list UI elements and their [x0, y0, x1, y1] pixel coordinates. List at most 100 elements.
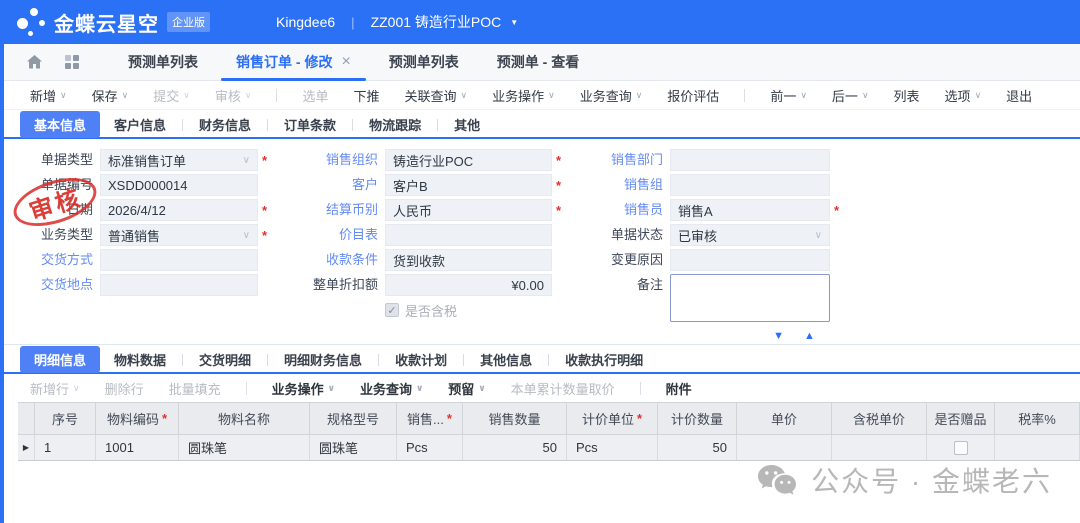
column-label: 计价单位	[582, 409, 634, 428]
next-button[interactable]: 后一∨	[832, 86, 869, 105]
batch-fill-button: 批量填充	[169, 379, 221, 398]
required-marker: *	[258, 203, 271, 218]
column-header-tax-rate[interactable]: 税率%	[995, 403, 1080, 434]
tab-other[interactable]: 其他	[440, 111, 494, 138]
column-header-pricing-qty[interactable]: 计价数量	[658, 403, 737, 434]
tab-sales-order-edit[interactable]: 销售订单 - 修改×	[217, 44, 370, 80]
cell-material-code[interactable]: 1001	[96, 435, 179, 460]
business-operation-button[interactable]: 业务操作∨	[272, 379, 335, 398]
field-remarks[interactable]	[670, 274, 830, 322]
cell-unit-price[interactable]	[737, 435, 832, 460]
column-header-seq[interactable]: 序号	[35, 403, 96, 434]
tab-order-terms[interactable]: 订单条款	[270, 111, 350, 138]
table-row[interactable]: ▶11001圆珠笔圆珠笔Pcs50Pcs50	[18, 435, 1080, 461]
field-sales-dept[interactable]	[670, 149, 830, 171]
tab-other-info[interactable]: 其他信息	[466, 346, 546, 373]
field-discount-amount[interactable]: ¥0.00	[385, 274, 552, 296]
org-selector[interactable]: ZZ001 铸造行业POC ▼	[371, 12, 519, 32]
cell-seq[interactable]: 1	[35, 435, 96, 460]
tab-separator	[352, 119, 353, 131]
tab-basic-info[interactable]: 基本信息	[20, 111, 100, 138]
business-query-button[interactable]: 业务查询∨	[580, 86, 643, 105]
field-delivery-method[interactable]	[100, 249, 258, 271]
tab-finance-info[interactable]: 财务信息	[185, 111, 265, 138]
tab-payment-plan[interactable]: 收款计划	[381, 346, 461, 373]
push-down-button[interactable]: 下推	[353, 86, 379, 105]
field-settlement-currency[interactable]: 人民币	[385, 199, 552, 221]
previous-button[interactable]: 前一∨	[770, 86, 807, 105]
home-icon[interactable]	[26, 54, 43, 70]
field-sales-org[interactable]: 铸造行业POC	[385, 149, 552, 171]
field-sales-group[interactable]	[670, 174, 830, 196]
save-button[interactable]: 保存∨	[92, 86, 129, 105]
button-label: 报价评估	[667, 86, 719, 105]
column-header-material-code[interactable]: 物料编码*	[96, 403, 179, 434]
column-header-pricing-unit[interactable]: 计价单位*	[567, 403, 658, 434]
column-header-is-gift[interactable]: 是否赠品	[927, 403, 995, 434]
field-bill-no[interactable]: XSDD000014	[100, 174, 258, 196]
row-indicator-cell[interactable]: ▶	[18, 435, 35, 460]
tab-forecast-view[interactable]: 预测单 - 查看	[478, 44, 598, 80]
exit-button[interactable]: 退出	[1006, 86, 1032, 105]
attachment-button[interactable]: 附件	[666, 379, 692, 398]
quote-evaluation-button[interactable]: 报价评估	[667, 86, 719, 105]
button-label: 业务操作	[492, 86, 544, 105]
cell-sales-qty[interactable]: 50	[463, 435, 567, 460]
apps-grid-icon[interactable]	[65, 55, 79, 69]
field-salesperson[interactable]: 销售A	[670, 199, 830, 221]
field-change-reason[interactable]	[670, 249, 830, 271]
reserve-button[interactable]: 预留∨	[448, 379, 485, 398]
collapse-up-icon[interactable]: ▲	[804, 331, 815, 342]
list-button[interactable]: 列表	[894, 86, 920, 105]
column-header-ind[interactable]	[18, 403, 35, 434]
column-header-spec-model[interactable]: 规格型号	[310, 403, 397, 434]
tab-payment-execution-detail[interactable]: 收款执行明细	[551, 346, 657, 373]
related-query-button[interactable]: 关联查询∨	[404, 86, 467, 105]
cell-material-name[interactable]: 圆珠笔	[179, 435, 310, 460]
cell-pricing-unit[interactable]: Pcs	[567, 435, 658, 460]
button-label: 删除行	[105, 379, 144, 398]
business-query-button[interactable]: 业务查询∨	[360, 379, 423, 398]
field-bill-type[interactable]: 标准销售订单∨	[100, 149, 258, 171]
field-delivery-location[interactable]	[100, 274, 258, 296]
field-customer[interactable]: 客户B	[385, 174, 552, 196]
required-marker: *	[162, 411, 167, 426]
cell-tax-rate[interactable]	[995, 435, 1080, 460]
field-date[interactable]: 2026/4/12	[100, 199, 258, 221]
column-header-unit-price[interactable]: 单价	[737, 403, 832, 434]
account-name[interactable]: Kingdee6	[276, 14, 335, 30]
field-document-status[interactable]: 已审核∨	[670, 224, 830, 246]
tab-forecast-list-1[interactable]: 预测单列表	[109, 44, 217, 80]
column-header-sales-qty[interactable]: 销售数量	[463, 403, 567, 434]
column-header-material-name[interactable]: 物料名称	[179, 403, 310, 434]
topbar-divider: |	[351, 15, 354, 30]
tab-delivery-detail[interactable]: 交货明细	[185, 346, 265, 373]
collapse-down-icon[interactable]: ▼	[773, 331, 784, 342]
checkbox-is-gift[interactable]	[954, 441, 968, 455]
business-operation-button[interactable]: 业务操作∨	[492, 86, 555, 105]
new-button[interactable]: 新增∨	[30, 86, 67, 105]
tab-close-icon[interactable]: ×	[341, 54, 350, 70]
options-button[interactable]: 选项∨	[945, 86, 982, 105]
cell-spec-model[interactable]: 圆珠笔	[310, 435, 397, 460]
field-price-list[interactable]	[385, 224, 552, 246]
button-label: 批量填充	[169, 379, 221, 398]
field-business-type[interactable]: 普通销售∨	[100, 224, 258, 246]
cell-pricing-qty[interactable]: 50	[658, 435, 737, 460]
button-label: 新增	[30, 86, 56, 105]
tab-customer-info[interactable]: 客户信息	[100, 111, 180, 138]
tab-logistics-tracking[interactable]: 物流跟踪	[355, 111, 435, 138]
tab-forecast-list-2[interactable]: 预测单列表	[370, 44, 478, 80]
cell-sales-unit[interactable]: Pcs	[397, 435, 463, 460]
cell-tax-price[interactable]	[832, 435, 927, 460]
column-label: 序号	[52, 409, 78, 428]
checkbox-tax-included[interactable]: ✓	[385, 303, 399, 317]
cell-is-gift[interactable]	[927, 435, 995, 460]
field-payment-terms[interactable]: 货到收款	[385, 249, 552, 271]
column-header-sales-unit[interactable]: 销售...*	[397, 403, 463, 434]
button-label: 业务操作	[272, 379, 324, 398]
tab-detail-info[interactable]: 明细信息	[20, 346, 100, 373]
tab-detail-finance-info[interactable]: 明细财务信息	[270, 346, 376, 373]
column-header-tax-price[interactable]: 含税单价	[832, 403, 927, 434]
tab-material-data[interactable]: 物料数据	[100, 346, 180, 373]
